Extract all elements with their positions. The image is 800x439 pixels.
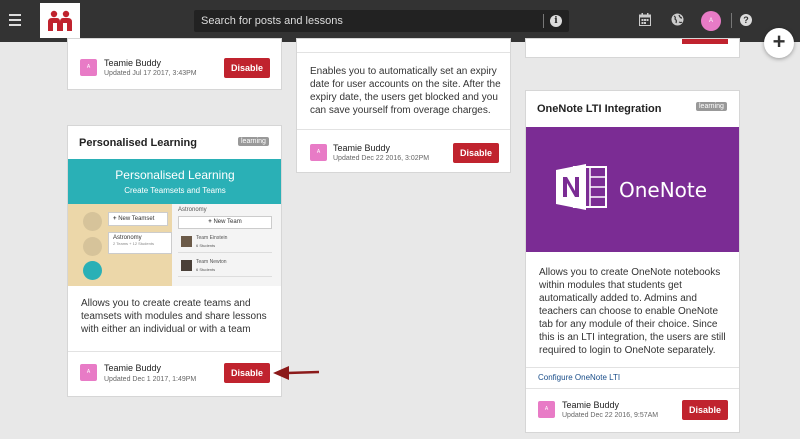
plus-icon: + <box>772 29 786 54</box>
team-icon <box>83 261 102 280</box>
teamie-logo[interactable] <box>40 3 80 38</box>
team-name: Team Einstein <box>196 235 228 241</box>
author-avatar: A <box>538 401 555 418</box>
card-divider <box>297 52 510 53</box>
card-top-right <box>525 38 740 58</box>
astronomy-sub: 2 Teams + 12 Students <box>113 241 154 246</box>
hero-subtitle: Create Teamsets and Teams <box>124 186 226 195</box>
team-avatar <box>181 260 192 271</box>
hero-title: Personalised Learning <box>115 168 235 182</box>
card-divider <box>526 367 739 368</box>
team-sub: 6 Students <box>196 267 216 272</box>
card-personalised-learning: Personalised Learning learning Personali… <box>67 125 282 397</box>
astronomy-heading: Astronomy <box>178 207 207 213</box>
search-bar[interactable]: Search for posts and lessons i <box>194 10 569 32</box>
new-team-label: New Team <box>213 219 242 225</box>
author-name: Teamie Buddy <box>104 363 162 373</box>
configure-onenote-link[interactable]: Configure OneNote LTI <box>538 373 620 382</box>
team-row: Team Newton 6 Students <box>178 257 272 277</box>
new-teamset-box: + New Teamset <box>108 212 168 226</box>
top-bar: Search for posts and lessons i A ? <box>0 0 800 42</box>
card-divider <box>297 129 510 130</box>
add-button[interactable]: + <box>764 28 794 58</box>
team-row: Team Einstein 6 Students <box>178 233 272 253</box>
menu-icon[interactable] <box>9 14 21 26</box>
onenote-logo-icon <box>556 164 607 210</box>
teamset-circle <box>83 237 102 256</box>
author-avatar: A <box>80 59 97 76</box>
updated-date: Updated Dec 22 2016, 3:02PM <box>333 155 430 162</box>
disable-button[interactable]: Disable <box>682 400 728 420</box>
info-icon[interactable]: i <box>550 15 562 27</box>
author-avatar: A <box>80 364 97 381</box>
astronomy-teamset-box: Astronomy 2 Teams + 12 Students <box>108 232 172 254</box>
category-badge: learning <box>238 137 269 146</box>
disable-button[interactable]: Disable <box>453 143 499 163</box>
author-name: Teamie Buddy <box>104 58 162 68</box>
new-teamset-label: New Teamset <box>118 216 155 222</box>
personalised-learning-hero: Personalised Learning Create Teamsets an… <box>68 159 281 286</box>
disable-button[interactable]: Disable <box>224 363 270 383</box>
card-divider <box>68 351 281 352</box>
card-top-left: A Teamie Buddy Updated Jul 17 2017, 3:43… <box>67 38 282 90</box>
card-description: Enables you to automatically set an expi… <box>310 66 501 116</box>
author-name: Teamie Buddy <box>333 143 391 153</box>
search-placeholder[interactable]: Search for posts and lessons <box>201 15 343 27</box>
disable-button[interactable]: Disable <box>224 58 270 78</box>
card-title: Personalised Learning <box>79 137 197 149</box>
card-title: OneNote LTI Integration <box>537 103 662 115</box>
teamset-circle <box>83 212 102 231</box>
hero-banner: Personalised Learning Create Teamsets an… <box>68 159 281 204</box>
new-team-box: + New Team <box>178 216 272 229</box>
team-name: Team Newton <box>196 259 227 265</box>
arrow-icon <box>273 366 320 380</box>
team-avatar <box>181 236 192 247</box>
search-separator <box>543 14 544 28</box>
card-account-expiry: Enables you to automatically set an expi… <box>296 38 511 173</box>
card-onenote-lti: OneNote LTI Integration learning OneNote… <box>525 90 740 433</box>
card-divider <box>526 388 739 389</box>
author-avatar: A <box>310 144 327 161</box>
help-icon[interactable]: ? <box>740 14 752 26</box>
updated-date: Updated Jul 17 2017, 3:43PM <box>104 70 197 77</box>
author-name: Teamie Buddy <box>562 400 620 410</box>
user-avatar[interactable]: A <box>701 11 721 31</box>
card-description: Allows you to create OneNote notebooks w… <box>539 267 726 356</box>
hero-left-panel: + New Teamset Astronomy 2 Teams + 12 Stu… <box>68 204 172 286</box>
updated-date: Updated Dec 22 2016, 9:57AM <box>562 412 659 419</box>
category-badge: learning <box>696 102 727 111</box>
onenote-wordmark: OneNote <box>619 178 708 202</box>
card-description: Allows you to create create teams and te… <box>81 298 267 335</box>
calendar-icon[interactable] <box>639 13 651 26</box>
onenote-hero: OneNote <box>526 127 739 252</box>
updated-date: Updated Dec 1 2017, 1:49PM <box>104 376 197 383</box>
globe-icon[interactable] <box>671 13 684 26</box>
team-sub: 6 Students <box>196 243 216 248</box>
disable-button-edge[interactable] <box>682 39 728 44</box>
topbar-separator <box>731 13 732 28</box>
